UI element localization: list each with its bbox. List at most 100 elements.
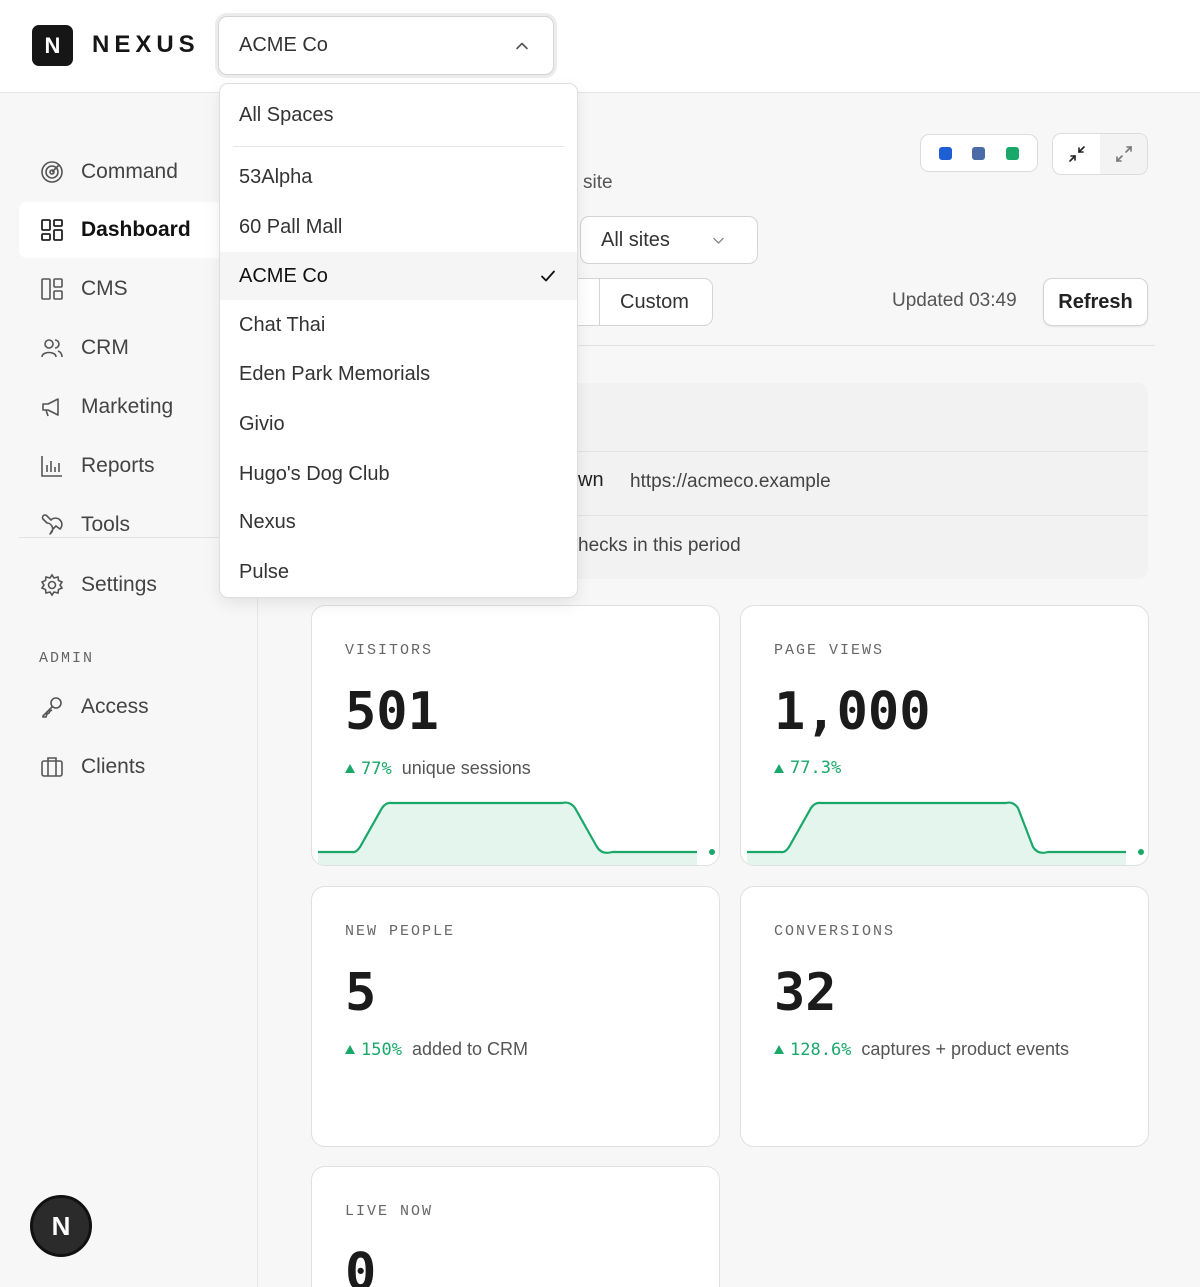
stat-card-page-views[interactable]: PAGE VIEWS 1,000 77.3% [740,605,1149,866]
color-swatch-blue[interactable] [939,146,953,160]
sidebar-item-label: Dashboard [81,218,191,241]
sidebar-item-reports[interactable]: Reports [19,438,239,494]
stat-card-delta-value: 77% [361,758,392,779]
site-select-value: All sites [601,228,670,251]
refresh-button[interactable]: Refresh [1043,278,1148,326]
sidebar-item-tools[interactable]: Tools [19,497,239,553]
space-select-value: ACME Co [239,34,328,56]
stat-card-note: unique sessions [401,758,531,778]
sidebar-item-marketing[interactable]: Marketing [19,379,239,435]
briefcase-icon [41,757,63,777]
stat-card-conversions[interactable]: CONVERSIONS 32 128.6% captures + product… [740,886,1149,1147]
last-updated-text: Updated 03:49 [892,290,1017,311]
sidebar-item-command[interactable]: Command [19,144,239,200]
site-url-link[interactable]: https://acmeco.example [630,471,831,493]
dropdown-divider [233,146,564,147]
dropdown-item[interactable]: 53Alpha [220,153,577,201]
space-dropdown-menu: All Spaces 53Alpha 60 Pall Mall ACME Co … [219,83,578,598]
space-select[interactable]: ACME Co [218,16,554,75]
stat-card-live-now[interactable]: LIVE NOW 0 [311,1166,720,1287]
stat-card-delta-value: 128.6% [790,1039,852,1060]
sidebar-section-admin: ADMIN [39,650,95,667]
date-range-group: Custom [560,278,713,326]
stat-card-value: 501 [345,682,439,742]
stat-card-delta: 77% unique sessions [345,758,531,779]
brand-name: NEXUS [92,31,200,58]
sidebar-item-cms[interactable]: CMS [19,261,239,317]
sparkline-chart [747,801,1144,865]
top-bar: N NEXUS ACME Co [0,0,1200,93]
site-label: site [583,172,613,193]
triangle-up-icon [345,1045,355,1054]
stat-card-delta: 150% added to CRM [345,1039,528,1060]
sidebar-item-label: Command [81,160,178,183]
date-range-custom-button[interactable]: Custom [600,291,689,314]
stat-card-note: added to CRM [411,1039,529,1059]
sidebar-item-access[interactable]: Access [19,679,239,735]
info-row-label: wn [578,469,604,491]
stat-card-delta-value: 77.3% [790,758,842,778]
dropdown-item[interactable]: 60 Pall Mall [220,203,577,251]
sidebar-item-label: CRM [81,336,129,359]
dropdown-item-selected[interactable]: ACME Co [220,252,577,300]
dropdown-item[interactable]: Hugo's Dog Club [220,450,577,498]
sidebar-item-crm[interactable]: CRM [19,320,239,376]
chevron-up-icon [516,42,528,50]
dropdown-item-label: ACME Co [239,264,328,287]
radar-icon [41,161,63,183]
site-select[interactable]: All sites [580,216,758,264]
stat-card-visitors[interactable]: VISITORS 501 77% unique sessions [311,605,720,866]
dropdown-item[interactable]: Eden Park Memorials [220,350,577,398]
stat-card-new-people[interactable]: NEW PEOPLE 5 150% added to CRM [311,886,720,1147]
stat-card-label: CONVERSIONS [774,923,896,940]
dropdown-item[interactable]: Pulse [220,548,577,596]
sidebar-item-label: Settings [81,573,157,596]
brand-logo[interactable]: N [32,25,73,66]
key-icon [42,697,62,718]
sparkline-chart [318,801,715,865]
sidebar-item-label: Clients [81,755,146,778]
collapse-icon [1068,146,1085,162]
color-swatch-green[interactable] [1005,146,1019,160]
expanded-view-button[interactable] [1100,134,1147,174]
expand-icon [1115,146,1132,162]
dropdown-item[interactable]: Nexus [220,498,577,546]
stat-card-value: 1,000 [774,682,931,742]
stat-card-label: NEW PEOPLE [345,923,456,940]
triangle-up-icon [774,1045,784,1054]
chevron-down-icon [713,237,724,244]
sidebar-divider [19,537,238,538]
stat-card-value: 32 [774,963,837,1023]
users-icon [41,339,63,358]
layout-icon [41,278,63,300]
stat-card-delta-value: 150% [361,1039,402,1060]
stat-card-delta: 77.3% [774,758,851,778]
bar-chart-icon [41,456,62,477]
check-icon [541,270,555,282]
dropdown-item[interactable]: Chat Thai [220,301,577,349]
grid-icon [41,219,63,241]
toolbar-divider [578,345,1155,346]
compact-view-button[interactable] [1053,134,1100,174]
triangle-up-icon [345,764,355,773]
sidebar-item-label: Access [81,695,149,718]
gear-icon [40,573,64,597]
stat-card-value: 5 [345,963,377,1023]
sidebar-item-label: Tools [81,513,131,536]
dropdown-item[interactable]: Givio [220,400,577,448]
sidebar-item-settings[interactable]: Settings [19,557,239,613]
wrench-icon [41,514,63,535]
sidebar-item-clients[interactable]: Clients [19,739,239,795]
theme-color-toggle[interactable] [920,134,1038,172]
stat-card-value: 0 [345,1243,377,1287]
view-size-toggle[interactable] [1052,133,1148,175]
sidebar-item-dashboard[interactable]: Dashboard [19,202,239,258]
assistant-fab-button[interactable]: N [30,1195,92,1257]
dropdown-item-all-spaces[interactable]: All Spaces [220,91,577,139]
stat-card-note: captures + product events [861,1039,1070,1059]
color-swatch-slate[interactable] [972,146,986,160]
stat-card-label: LIVE NOW [345,1203,434,1220]
megaphone-icon [42,398,59,417]
sidebar-item-label: Marketing [81,395,174,418]
sidebar-item-label: Reports [81,454,155,477]
